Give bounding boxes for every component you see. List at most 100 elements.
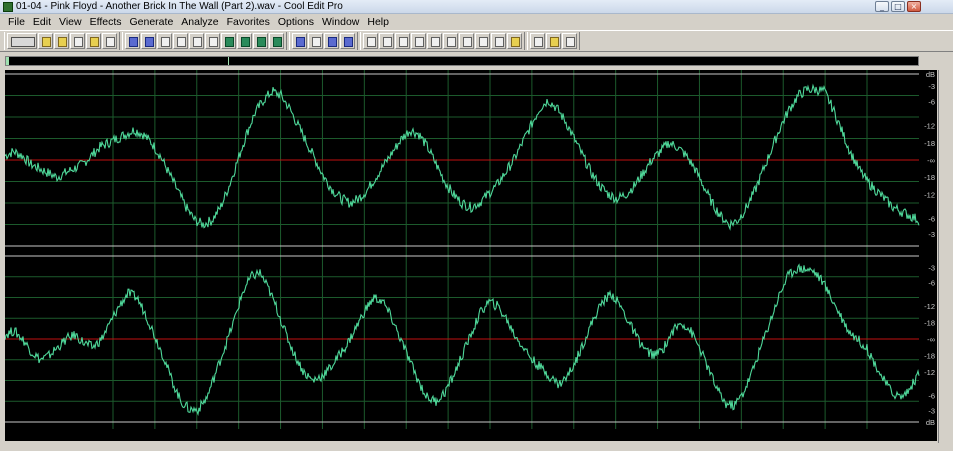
overview-cursor[interactable]	[228, 57, 229, 65]
ruler-tick-label: 58.706	[435, 431, 461, 440]
toolbar-button-2-2[interactable]	[141, 33, 156, 49]
menu-view[interactable]: View	[55, 15, 86, 29]
toolbar-button-1-5[interactable]	[86, 33, 101, 49]
db-scale-label: -6	[928, 279, 935, 288]
ruler-tick-label: 58.690	[100, 431, 126, 440]
toolbar-button-4-5[interactable]	[427, 33, 442, 49]
db-scale-label: -18	[924, 318, 935, 327]
vertical-scrollbar[interactable]	[938, 70, 952, 443]
db-scale-label: -18	[924, 173, 935, 182]
toolbar-button-1-3[interactable]	[54, 33, 69, 49]
toolbar-button-5-2[interactable]	[546, 33, 561, 49]
toolbar-button-2-6[interactable]	[205, 33, 220, 49]
toolbar-button-1-4[interactable]	[70, 33, 85, 49]
toolbar-button-2-8[interactable]	[237, 33, 252, 49]
toolbar-button-1-6[interactable]	[102, 33, 117, 49]
toolbar-button-4-3[interactable]	[395, 33, 410, 49]
toolbar-button-2-3[interactable]	[157, 33, 172, 49]
ruler-unit-left: hms	[5, 431, 21, 440]
ruler-tick-label: 58.714	[603, 431, 628, 440]
db-scale-label: -3	[928, 264, 935, 273]
menu-generate[interactable]: Generate	[126, 15, 178, 29]
toolbar-button-3-2[interactable]	[308, 33, 323, 49]
toolbar-button-3-3[interactable]	[324, 33, 339, 49]
ruler-tick-label: 58.722	[770, 431, 796, 440]
toolbar-button-4-10[interactable]	[507, 33, 522, 49]
toolbar-button-2-7[interactable]	[221, 33, 236, 49]
menu-help[interactable]: Help	[363, 15, 393, 29]
toolbar-button-4-7[interactable]	[459, 33, 474, 49]
waveform-svg[interactable]: dB -3 -6 -12 -18 -∞ -18 -12 -6 -3 -3 -6 -12 -18 -∞ -18 -…	[4, 70, 937, 429]
waveform-left-channel[interactable]	[4, 83, 920, 231]
ruler-tick-label: 58.702	[352, 431, 377, 440]
maximize-button[interactable]: □	[891, 1, 905, 12]
minimize-button[interactable]: _	[875, 1, 889, 12]
toolbar	[0, 30, 953, 52]
toolbar-group-4	[360, 32, 525, 50]
db-scale-label: -12	[924, 302, 935, 311]
toolbar-button-4-8[interactable]	[475, 33, 490, 49]
menu-edit[interactable]: Edit	[29, 15, 55, 29]
toolbar-group-3	[289, 32, 358, 50]
toolbar-button-2-10[interactable]	[269, 33, 284, 49]
toolbar-button-4-4[interactable]	[411, 33, 426, 49]
db-scale-label: -6	[928, 214, 935, 223]
menu-window[interactable]: Window	[318, 15, 363, 29]
toolbar-button-4-6[interactable]	[443, 33, 458, 49]
toolbar-group-1	[4, 32, 120, 50]
toolbar-button-4-9[interactable]	[491, 33, 506, 49]
db-scale-label: -18	[924, 139, 935, 148]
close-button[interactable]: ×	[907, 1, 921, 12]
ruler-tick-label: 58.726	[854, 431, 880, 440]
toolbar-button-1-1[interactable]	[7, 33, 37, 49]
db-scale-label: -3	[928, 230, 935, 239]
toolbar-button-5-3[interactable]	[562, 33, 577, 49]
toolbar-button-1-2[interactable]	[38, 33, 53, 49]
app-icon[interactable]	[3, 2, 13, 12]
menu-options[interactable]: Options	[274, 15, 318, 29]
overview-strip[interactable]	[5, 56, 919, 66]
ruler-tick-label: 58.692	[142, 431, 168, 440]
toolbar-button-2-5[interactable]	[189, 33, 204, 49]
ruler-tick-label: 58.720	[729, 431, 754, 440]
db-scale-label: -18	[924, 352, 935, 361]
db-scale-label: dB	[926, 70, 935, 79]
ruler-tick-label: 58.694	[184, 431, 209, 440]
ruler-tick-label: 58.716	[645, 431, 670, 440]
toolbar-button-2-4[interactable]	[173, 33, 188, 49]
db-scale-label: -12	[924, 122, 935, 131]
db-scale-label: -∞	[927, 335, 935, 344]
menu-file[interactable]: File	[4, 15, 29, 29]
toolbar-button-3-4[interactable]	[340, 33, 355, 49]
db-scale-label: -∞	[927, 156, 935, 165]
db-scale-label: -3	[928, 406, 935, 415]
toolbar-button-4-1[interactable]	[363, 33, 378, 49]
waveform-display[interactable]: dB -3 -6 -12 -18 -∞ -18 -12 -6 -3 -3 -6 -12 -18 -∞ -18 -…	[4, 70, 937, 441]
toolbar-button-2-1[interactable]	[125, 33, 140, 49]
toolbar-button-4-2[interactable]	[379, 33, 394, 49]
ruler-tick-label: 58.700	[310, 431, 335, 440]
db-scale-label: -12	[924, 190, 935, 199]
db-scale-label: -3	[928, 82, 935, 91]
db-scale-label: -6	[928, 391, 935, 400]
toolbar-button-3-1[interactable]	[292, 33, 307, 49]
ruler-tick-label: 58.710	[519, 431, 545, 440]
ruler-tick-label: 58.708	[477, 431, 503, 440]
menu-analyze[interactable]: Analyze	[177, 15, 222, 29]
overview-range-marker[interactable]	[6, 57, 9, 65]
menu-bar: File Edit View Effects Generate Analyze …	[0, 14, 953, 30]
ruler-tick-label: 58.698	[268, 431, 293, 440]
window-controls: _ □ ×	[875, 1, 921, 13]
ruler-tick-label: 58.696	[226, 431, 251, 440]
db-scale-label: dB	[926, 418, 935, 427]
menu-effects[interactable]: Effects	[86, 15, 126, 29]
toolbar-group-5	[527, 32, 580, 50]
time-ruler[interactable]: hms hms 58.690 58.692 58.694 58.696 58.698 58…	[5, 429, 937, 443]
title-bar: 01-04 - Pink Floyd - Another Brick In Th…	[0, 0, 953, 14]
toolbar-button-2-9[interactable]	[253, 33, 268, 49]
ruler-tick-label: 58.724	[812, 431, 838, 440]
db-scale-label: -6	[928, 98, 935, 107]
menu-favorites[interactable]: Favorites	[223, 15, 274, 29]
toolbar-button-5-1[interactable]	[530, 33, 545, 49]
db-scale-label: -12	[924, 368, 935, 377]
